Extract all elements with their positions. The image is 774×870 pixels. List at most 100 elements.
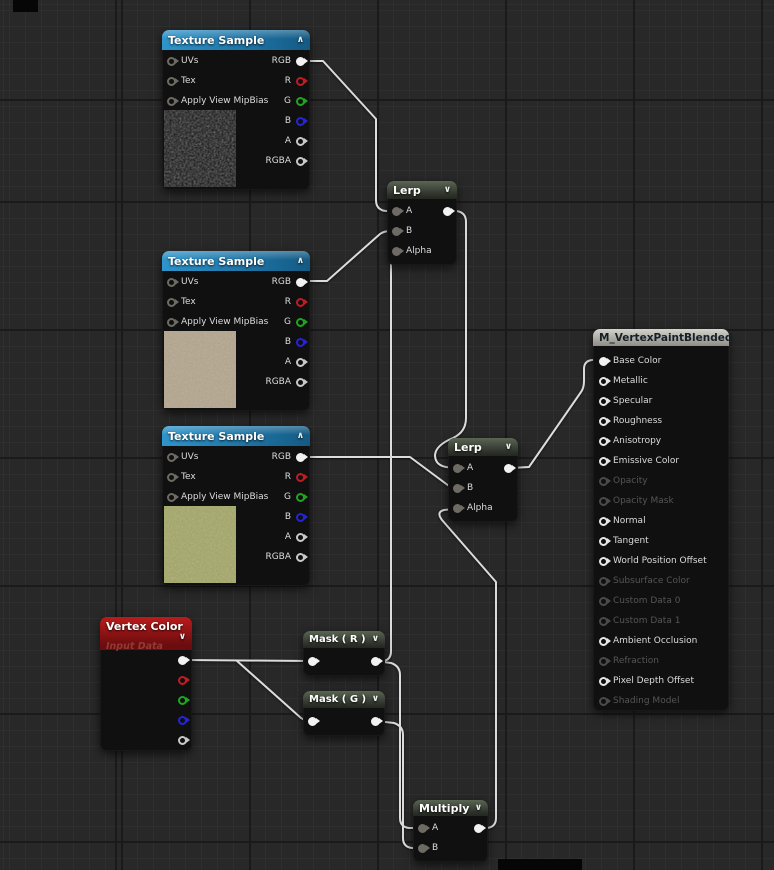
wire-vertexcolor-to-maskg[interactable] xyxy=(237,661,312,721)
material-pin-tangent[interactable] xyxy=(599,537,608,546)
vertex-color-node[interactable]: Vertex Color ∨ Input Data xyxy=(100,617,192,751)
material-pin-world-position-offset[interactable] xyxy=(599,557,608,566)
wire-vertexcolor-to-maskr[interactable] xyxy=(183,660,312,661)
output-pin-grayRing[interactable] xyxy=(178,736,187,745)
output-pin[interactable] xyxy=(504,464,513,473)
input-pin-b[interactable] xyxy=(392,227,401,236)
node-header[interactable]: Texture Sample ∧ xyxy=(162,30,310,50)
output-pin-a[interactable] xyxy=(296,358,305,367)
output-pin-red[interactable] xyxy=(178,676,187,685)
material-pin-custom-data-0[interactable] xyxy=(599,597,608,606)
chevron-down-icon[interactable]: ∨ xyxy=(505,443,512,452)
input-pin-b[interactable] xyxy=(418,844,427,853)
material-pin-shading-model[interactable] xyxy=(599,697,608,706)
output-pin-b[interactable] xyxy=(296,513,305,522)
node-header[interactable]: M_VertexPaintBlended xyxy=(593,329,729,346)
chevron-up-icon[interactable]: ∧ xyxy=(297,432,304,441)
wire-lerp2-out-to-basecolor[interactable] xyxy=(511,360,599,468)
material-pin-specular[interactable] xyxy=(599,397,608,406)
node-header[interactable]: Mask ( G ) ∨ xyxy=(303,691,385,708)
output-pin[interactable] xyxy=(371,717,380,726)
input-pin-uvs[interactable] xyxy=(167,278,176,287)
material-pin-anisotropy[interactable] xyxy=(599,437,608,446)
chevron-down-icon[interactable]: ∨ xyxy=(372,635,379,644)
texture-sample-2-node[interactable]: Texture Sample ∧ UVsTexApply View MipBia… xyxy=(162,251,310,411)
output-pin-rgb[interactable] xyxy=(296,278,305,287)
material-pin-normal[interactable] xyxy=(599,517,608,526)
output-pin-green[interactable] xyxy=(178,696,187,705)
output-pin-a[interactable] xyxy=(296,533,305,542)
wire-ts2-rgb-to-lerp1-b[interactable] xyxy=(308,231,391,281)
wire-multiply-out-to-lerp2-alpha[interactable] xyxy=(439,509,496,828)
mask-r-node[interactable]: Mask ( R ) ∨ xyxy=(303,631,385,676)
input-pin-a[interactable] xyxy=(392,207,401,216)
chevron-down-icon[interactable]: ∨ xyxy=(372,695,379,704)
output-pin-r[interactable] xyxy=(296,77,305,86)
input-pin-a[interactable] xyxy=(418,824,427,833)
output-pin-a[interactable] xyxy=(296,137,305,146)
output-pin[interactable] xyxy=(371,657,380,666)
input-pin-uvs[interactable] xyxy=(167,57,176,66)
chevron-down-icon[interactable]: ∨ xyxy=(475,804,482,813)
wire-maskr-out-to-multiply-a[interactable] xyxy=(376,661,418,828)
node-header[interactable]: Texture Sample ∧ xyxy=(162,426,310,446)
material-pin-subsurface-color[interactable] xyxy=(599,577,608,586)
output-pin-b[interactable] xyxy=(296,338,305,347)
output-pin-r[interactable] xyxy=(296,473,305,482)
material-pin-pixel-depth-offset[interactable] xyxy=(599,677,608,686)
material-pin-roughness[interactable] xyxy=(599,417,608,426)
output-pin-rgba[interactable] xyxy=(296,553,305,562)
texture-sample-1-node[interactable]: Texture Sample ∧ UVsTexApply View MipBia… xyxy=(162,30,310,190)
output-pin[interactable] xyxy=(474,824,483,833)
material-result-node[interactable]: M_VertexPaintBlended Base ColorMetallicS… xyxy=(593,329,729,711)
material-graph-canvas[interactable]: { "app": {"title": "Unreal Engine Materi… xyxy=(0,0,774,870)
input-pin[interactable] xyxy=(308,657,317,666)
input-pin-tex[interactable] xyxy=(167,473,176,482)
output-pin-b[interactable] xyxy=(296,117,305,126)
output-pin-g[interactable] xyxy=(296,493,305,502)
output-pin-g[interactable] xyxy=(296,318,305,327)
chevron-up-icon[interactable]: ∧ xyxy=(297,36,304,45)
input-pin-alpha[interactable] xyxy=(453,504,462,513)
input-pin-apply-view-mipbias[interactable] xyxy=(167,493,176,502)
material-pin-opacity-mask[interactable] xyxy=(599,497,608,506)
output-pin-rgb[interactable] xyxy=(296,453,305,462)
material-pin-base-color[interactable] xyxy=(599,357,608,366)
input-pin-apply-view-mipbias[interactable] xyxy=(167,318,176,327)
output-pin-blue[interactable] xyxy=(178,716,187,725)
input-pin-a[interactable] xyxy=(453,464,462,473)
mask-g-node[interactable]: Mask ( G ) ∨ xyxy=(303,691,385,736)
output-pin-rgba[interactable] xyxy=(296,378,305,387)
output-pin-rgb[interactable] xyxy=(296,57,305,66)
input-pin-apply-view-mipbias[interactable] xyxy=(167,97,176,106)
output-pin-g[interactable] xyxy=(296,97,305,106)
lerp-1-node[interactable]: Lerp ∨ ABAlpha xyxy=(387,181,457,265)
input-pin-uvs[interactable] xyxy=(167,453,176,462)
output-pin-rgba[interactable] xyxy=(296,157,305,166)
texture-sample-3-node[interactable]: Texture Sample ∧ UVsTexApply View MipBia… xyxy=(162,426,310,586)
lerp-2-node[interactable]: Lerp ∨ ABAlpha xyxy=(448,438,518,522)
node-header[interactable]: Lerp ∨ xyxy=(387,181,457,199)
node-header[interactable]: Texture Sample ∧ xyxy=(162,251,310,271)
input-pin-tex[interactable] xyxy=(167,298,176,307)
output-pin-r[interactable] xyxy=(296,298,305,307)
node-header[interactable]: Vertex Color ∨ Input Data xyxy=(100,617,192,650)
wire-ts3-rgb-to-lerp2-b[interactable] xyxy=(308,457,454,488)
material-pin-metallic[interactable] xyxy=(599,377,608,386)
material-pin-custom-data-1[interactable] xyxy=(599,617,608,626)
input-pin-alpha[interactable] xyxy=(392,247,401,256)
chevron-up-icon[interactable]: ∧ xyxy=(297,257,304,266)
output-pin-white[interactable] xyxy=(178,656,187,665)
output-pin[interactable] xyxy=(443,207,452,216)
material-pin-refraction[interactable] xyxy=(599,657,608,666)
material-pin-opacity[interactable] xyxy=(599,477,608,486)
wire-ts1-rgb-to-lerp1-a[interactable] xyxy=(308,61,391,211)
input-pin-tex[interactable] xyxy=(167,77,176,86)
multiply-node[interactable]: Multiply ∨ AB xyxy=(413,800,488,862)
input-pin[interactable] xyxy=(308,717,317,726)
material-pin-emissive-color[interactable] xyxy=(599,457,608,466)
material-pin-ambient-occlusion[interactable] xyxy=(599,637,608,646)
input-pin-b[interactable] xyxy=(453,484,462,493)
chevron-down-icon[interactable]: ∨ xyxy=(444,186,451,195)
node-header[interactable]: Lerp ∨ xyxy=(448,438,518,456)
